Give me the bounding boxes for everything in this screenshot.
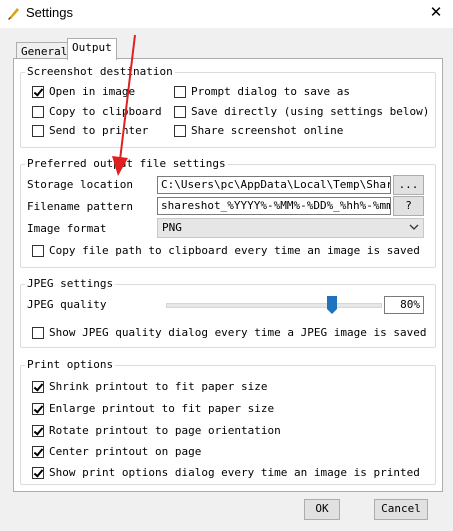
open-in-image-checkbox[interactable] [32,86,44,98]
title-bar: Settings ✕ [0,0,453,28]
enlarge-printout-label: Enlarge printout to fit paper size [49,402,275,415]
tab-output[interactable]: Output [67,38,117,60]
jpeg-quality-label: JPEG quality [27,298,107,311]
center-printout-checkbox[interactable] [32,446,44,458]
send-to-printer-checkbox[interactable] [32,125,44,137]
image-format-value: PNG [162,221,182,234]
window-title: Settings [26,5,73,20]
rotate-printout-label: Rotate printout to page orientation [49,424,281,437]
enlarge-printout-checkbox[interactable] [32,403,44,415]
center-printout-label: Center printout on page [49,445,202,458]
share-online-label: Share screenshot online [191,124,344,137]
shrink-printout-label: Shrink printout to fit paper size [49,380,268,393]
browse-button[interactable]: ... [393,175,424,195]
prompt-save-as-label: Prompt dialog to save as [191,85,350,98]
copy-path-label: Copy file path to clipboard every time a… [49,244,420,257]
filename-pattern-label: Filename pattern [27,200,133,213]
tab-label: General [21,45,68,58]
copy-to-clipboard-checkbox[interactable] [32,106,44,118]
close-button[interactable]: ✕ [422,2,450,24]
jpeg-dialog-checkbox[interactable] [32,327,44,339]
rotate-printout-checkbox[interactable] [32,425,44,437]
group-title-jpeg: JPEG settings [25,277,116,290]
ok-button[interactable]: OK [304,499,340,520]
filename-pattern-input[interactable]: shareshot_%YYYY%-%MM%-%DD%_%hh%-%mm%-% [157,197,391,215]
save-directly-label: Save directly (using settings below) [191,105,430,118]
jpeg-quality-value[interactable]: 80% [384,296,424,314]
brush-icon [8,8,19,20]
image-format-label: Image format [27,222,107,235]
jpeg-quality-slider[interactable] [166,303,382,308]
prompt-save-as-checkbox[interactable] [174,86,186,98]
save-directly-checkbox[interactable] [174,106,186,118]
slider-thumb[interactable] [326,296,337,314]
cancel-button[interactable]: Cancel [374,499,428,520]
print-dialog-checkbox[interactable] [32,467,44,479]
jpeg-dialog-label: Show JPEG quality dialog every time a JP… [49,326,427,339]
storage-location-input[interactable]: C:\Users\pc\AppData\Local\Temp\ShareSh [157,176,391,194]
copy-path-checkbox[interactable] [32,245,44,257]
chevron-down-icon [409,224,419,230]
pattern-help-button[interactable]: ? [393,196,424,216]
share-online-checkbox[interactable] [174,125,186,137]
close-icon: ✕ [429,4,443,21]
shrink-printout-checkbox[interactable] [32,381,44,393]
tab-label: Output [72,41,112,54]
group-title-print: Print options [25,358,116,371]
tab-general[interactable]: General [16,42,73,59]
image-format-select[interactable]: PNG [157,218,424,238]
print-dialog-label: Show print options dialog every time an … [49,466,420,479]
